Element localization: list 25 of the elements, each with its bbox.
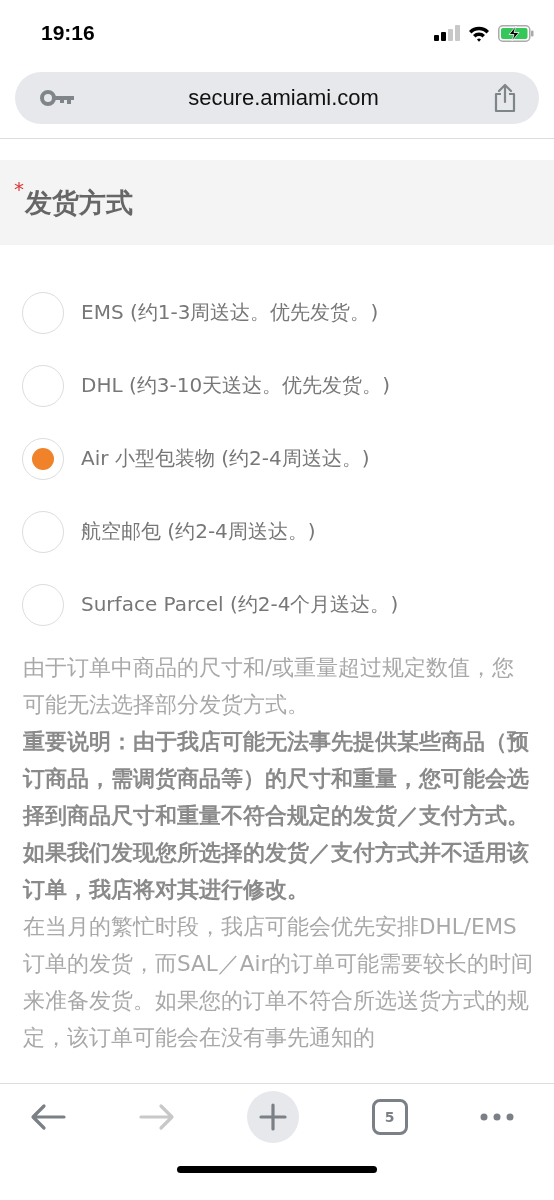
address-bar[interactable]: secure.amiami.com [15,72,539,124]
new-tab-button[interactable] [247,1091,299,1143]
note-paragraph: 由于订单中商品的尺寸和/或重量超过规定数值，您可能无法选择部分发货方式。 [23,654,516,719]
section-title: 发货方式 [25,186,133,220]
note-paragraph: 重要说明：由于我店可能无法事先提供某些商品（预订商品，需调货商品等）的尺寸和重量，您可能会选择到商品尺寸和重量不符合规定的发货／支付方式。如果我们发现您所选择的发货／支付方式并不适用该订单，我店将对其进行修改。 [23,728,530,904]
option-label[interactable]: Air 小型包装物 (约2-4周送达。) [81,445,370,472]
tab-count-button[interactable]: 5 [371,1099,408,1135]
option-label[interactable]: EMS (约1-3周送达。优先发货。) [81,299,379,326]
option-label[interactable]: 航空邮包 (约2-4周送达。) [81,518,316,545]
home-indicator[interactable] [177,1166,377,1173]
signal-icon [434,25,460,41]
option-label[interactable]: Surface Parcel (约2-4个月送达。) [81,591,399,618]
plus-icon [259,1103,287,1131]
wifi-icon [468,24,490,42]
battery-charging-icon [498,24,534,42]
option-label[interactable]: DHL (约3-10天送达。优先发货。) [81,372,390,399]
key-icon [40,90,74,106]
share-icon[interactable] [493,83,517,113]
note-paragraph: 在当月的繁忙时段，我店可能会优先安排DHL/EMS订单的发货，而SAL／Air的订单可能需要较长的时间来准备发货。如果您的订单不符合所选送货方式的规定，该订单可能会在没有事先通知的 [23,913,534,1052]
back-icon[interactable] [30,1103,66,1131]
required-asterisk-icon: * [14,177,24,201]
url-text: secure.amiami.com [187,85,380,111]
forward-icon[interactable] [138,1103,175,1131]
more-icon[interactable] [480,1113,514,1121]
status-time: 19:16 [41,21,95,45]
